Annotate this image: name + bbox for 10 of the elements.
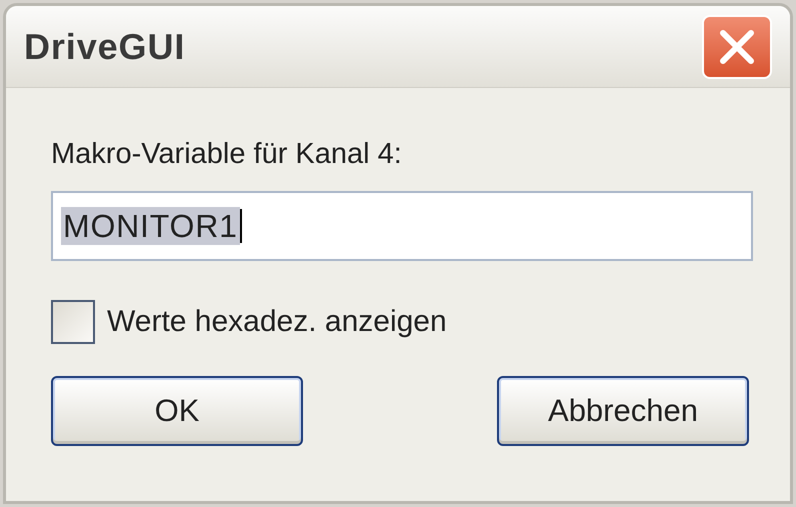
window-title: DriveGUI <box>24 24 186 68</box>
cancel-button[interactable]: Abbrechen <box>497 376 749 446</box>
close-button[interactable] <box>702 14 772 78</box>
checkbox-label: Werte hexadez. anzeigen <box>107 304 447 340</box>
checkbox[interactable] <box>51 300 95 344</box>
text-input[interactable]: MONITOR1 <box>51 191 753 261</box>
ok-button[interactable]: OK <box>51 376 303 446</box>
field-label: Makro-Variable für Kanal 4: <box>51 140 403 169</box>
close-icon <box>718 28 756 66</box>
input-value: MONITOR1 <box>61 207 240 245</box>
